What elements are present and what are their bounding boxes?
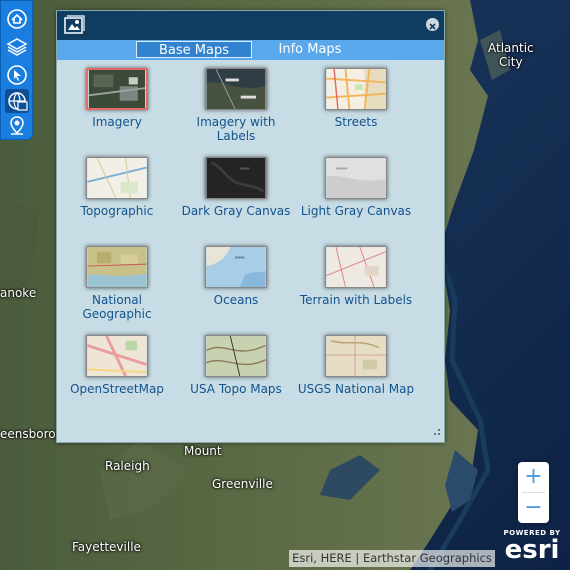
basemap-label: Topographic	[80, 204, 154, 218]
basemap-label: OpenStreetMap	[70, 382, 164, 396]
basemap-gallery-icon	[63, 15, 85, 39]
map-label-roanoke: anoke	[0, 286, 37, 300]
esri-logo[interactable]: POWERED BY esri	[500, 529, 564, 565]
basemap-item-light-gray-canvas[interactable]: Light Gray Canvas	[296, 157, 416, 218]
basemap-item-dark-gray-canvas[interactable]: Dark Gray Canvas	[176, 157, 296, 218]
home-icon[interactable]	[5, 7, 29, 31]
basemap-label: National Geographic	[82, 293, 152, 321]
basemap-item-usa-topo-maps[interactable]: USA Topo Maps	[176, 335, 296, 396]
map-label-mount: Mount	[184, 444, 222, 458]
tab-base-maps[interactable]: Base Maps	[136, 41, 252, 58]
basemap-label: USA Topo Maps	[190, 382, 282, 396]
location-icon[interactable]	[5, 114, 29, 138]
zoom-control: + −	[518, 462, 549, 523]
close-icon[interactable]	[426, 18, 439, 31]
openstreetmap-thumbnail	[86, 335, 148, 377]
map-label-raleigh: Raleigh	[105, 459, 150, 473]
map-label-atlantic-city: Atlantic City	[488, 41, 534, 69]
attribution-text[interactable]: Esri, HERE | Earthstar Geographics	[289, 550, 495, 567]
basemap-label: USGS National Map	[297, 382, 415, 396]
basemap-label: Terrain with Labels	[299, 293, 413, 307]
basemap-gallery-icon[interactable]	[5, 89, 29, 113]
basemap-item-imagery-with-labels[interactable]: Imagery with Labels	[176, 68, 296, 143]
national-geographic-thumbnail	[86, 246, 148, 288]
basemap-label: Imagery	[92, 115, 142, 129]
basemap-label: Light Gray Canvas	[300, 204, 412, 218]
basemap-item-openstreetmap[interactable]: OpenStreetMap	[57, 335, 177, 396]
light-gray-canvas-thumbnail	[325, 157, 387, 199]
topographic-thumbnail	[86, 157, 148, 199]
usgs-national-map-thumbnail	[325, 335, 387, 377]
panel-header	[57, 11, 444, 40]
layers-icon[interactable]	[5, 35, 29, 59]
imagery-with-labels-thumbnail	[205, 68, 267, 110]
map-label-greensboro: eensboro	[0, 427, 56, 441]
basemap-item-oceans[interactable]: Oceans	[176, 246, 296, 307]
map-label-greenville: Greenville	[212, 477, 273, 491]
tab-bar: Base Maps Info Maps	[57, 40, 444, 60]
basemap-label: Dark Gray Canvas	[181, 204, 291, 218]
select-icon[interactable]	[5, 63, 29, 87]
basemap-item-streets[interactable]: Streets	[296, 68, 416, 129]
oceans-thumbnail	[205, 246, 267, 288]
terrain-with-labels-thumbnail	[325, 246, 387, 288]
basemap-item-terrain-with-labels[interactable]: Terrain with Labels	[296, 246, 416, 307]
basemap-item-imagery[interactable]: Imagery	[57, 68, 177, 129]
esri-wordmark: esri	[504, 535, 560, 565]
map-label-fayetteville: Fayetteville	[72, 540, 141, 554]
usa-topo-maps-thumbnail	[205, 335, 267, 377]
widget-toolbar	[0, 0, 33, 140]
basemap-gallery-panel: Base Maps Info Maps Imagery Imagery with…	[56, 10, 445, 443]
dark-gray-canvas-thumbnail	[205, 157, 267, 199]
basemap-label: Imagery with Labels	[196, 115, 276, 143]
basemap-item-national-geographic[interactable]: National Geographic	[57, 246, 177, 321]
basemap-label: Streets	[334, 115, 378, 129]
streets-thumbnail	[325, 68, 387, 110]
tab-info-maps[interactable]: Info Maps	[252, 41, 368, 58]
zoom-out-button[interactable]: −	[518, 493, 549, 523]
zoom-in-button[interactable]: +	[518, 462, 549, 492]
basemap-item-topographic[interactable]: Topographic	[57, 157, 177, 218]
basemap-label: Oceans	[213, 293, 259, 307]
basemap-item-usgs-national-map[interactable]: USGS National Map	[296, 335, 416, 396]
resize-handle-icon[interactable]	[434, 421, 441, 440]
imagery-thumbnail	[86, 68, 148, 110]
